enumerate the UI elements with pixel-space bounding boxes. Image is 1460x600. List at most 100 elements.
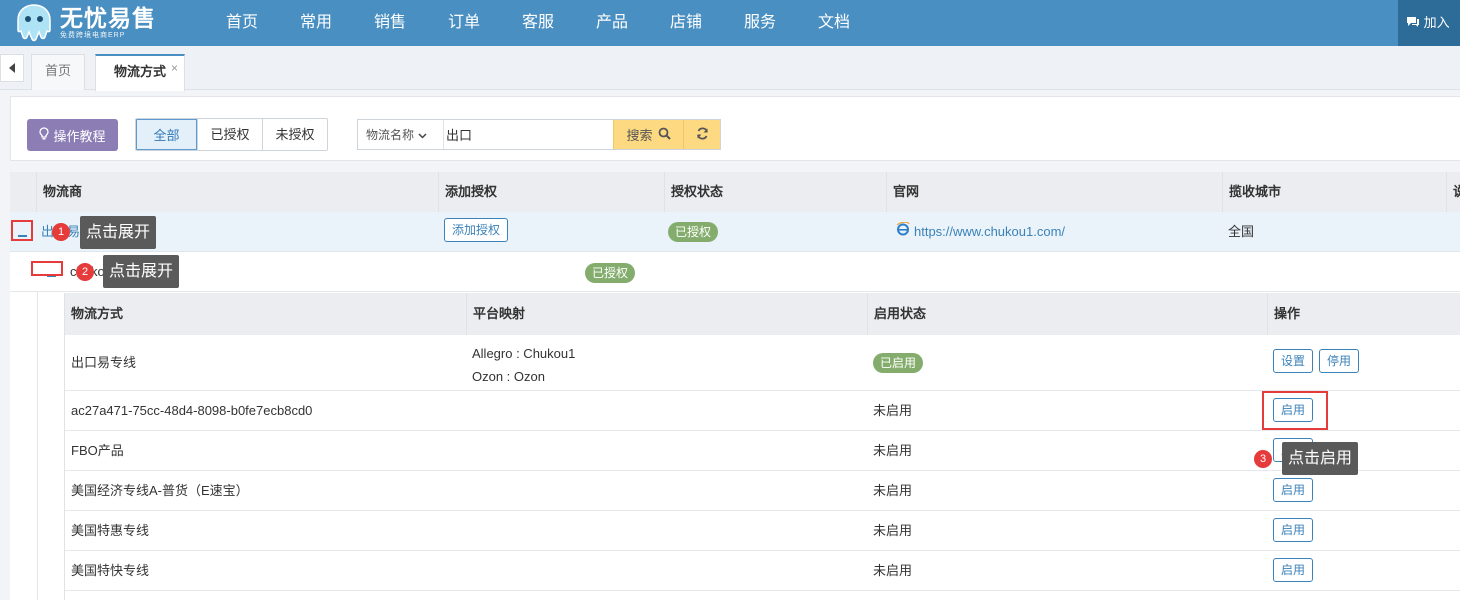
method-name: 出口易专线 <box>71 355 137 370</box>
table-row: 美国特惠专线 未启用 启用 <box>65 511 1460 551</box>
annotation-number-3: 3 <box>1254 450 1272 468</box>
website-link[interactable]: https://www.chukou1.com/ <box>890 212 1065 252</box>
annotation-tooltip-1: 点击展开 <box>80 216 157 249</box>
table-row: ac27a471-75cc-48d4-8098-b0fe7ecb8cd0 未启用… <box>65 391 1460 431</box>
tree-indent-line <box>37 292 38 600</box>
table-row-account: chukou1 已授权 <box>10 252 1460 292</box>
header-website: 官网 <box>886 172 1222 212</box>
enable-status: 未启用 <box>873 443 913 458</box>
annotation-tooltip-2: 点击展开 <box>103 255 180 288</box>
enable-status: 未启用 <box>873 403 913 418</box>
header-add-auth: 添加授权 <box>438 172 664 212</box>
table-header: 物流商 添加授权 授权状态 官网 揽收城市 说 <box>10 172 1460 212</box>
nav-item-service[interactable]: 客服 <box>501 0 575 46</box>
search-group: 物流名称 搜索 <box>357 119 721 150</box>
table-row: 出口易专线 Allegro : Chukou1 Ozon : Ozon 已启用 … <box>65 335 1460 391</box>
nav-item-stores[interactable]: 店铺 <box>649 0 723 46</box>
join-group-button[interactable]: 加入 <box>1398 0 1460 46</box>
nav-item-home[interactable]: 首页 <box>205 0 279 46</box>
shipping-methods-table: 物流方式 平台映射 启用状态 操作 出口易专线 Allegro : Chukou… <box>64 293 1460 600</box>
header-auth-status: 授权状态 <box>664 172 886 212</box>
header-actions: 操作 <box>1267 293 1460 335</box>
enable-status: 未启用 <box>873 483 913 498</box>
join-label: 加入 <box>1423 15 1450 30</box>
method-name: 美国特惠专线 <box>71 523 150 538</box>
tab-home[interactable]: 首页 <box>31 54 85 90</box>
lightbulb-icon <box>39 127 50 143</box>
logistics-table: 物流商 添加授权 授权状态 官网 揽收城市 说 出口易 添加授权 已授权 htt… <box>10 172 1460 600</box>
pickup-city: 全国 <box>1228 224 1255 239</box>
nav-item-docs[interactable]: 文档 <box>797 0 871 46</box>
platform-mapping: Allegro : Chukou1 Ozon : Ozon <box>466 342 575 388</box>
app-logo[interactable]: 无忧易售 免费跨境电商ERP <box>14 3 156 43</box>
search-field-select[interactable]: 物流名称 <box>358 120 443 149</box>
tab-label: 物流方式 <box>113 64 166 79</box>
table-row: 美国经济专线A-普货（E速宝） 未启用 启用 <box>65 471 1460 511</box>
method-name: 美国特快专线 <box>71 563 150 578</box>
tutorial-button[interactable]: 操作教程 <box>27 119 118 151</box>
close-icon[interactable]: × <box>171 52 178 84</box>
annotation-box-3 <box>1262 391 1328 430</box>
nav-item-products[interactable]: 产品 <box>575 0 649 46</box>
method-name: FBO产品 <box>71 443 124 458</box>
annotation-tooltip-3: 点击启用 <box>1282 442 1359 475</box>
refresh-button[interactable] <box>683 120 720 149</box>
octopus-logo-icon <box>14 4 54 42</box>
subtable-header: 物流方式 平台映射 启用状态 操作 <box>65 293 1460 335</box>
chat-bubble-icon <box>1406 15 1424 30</box>
enable-button[interactable]: 启用 <box>1273 518 1313 542</box>
mapping-allegro: Allegro : Chukou1 <box>472 346 576 361</box>
disable-button[interactable]: 停用 <box>1319 349 1359 373</box>
search-icon <box>658 127 671 143</box>
tab-scroll-left-button[interactable] <box>0 54 24 82</box>
table-row: 美国特快专线 未启用 启用 <box>65 551 1460 591</box>
nav-item-services[interactable]: 服务 <box>723 0 797 46</box>
method-name: ac27a471-75cc-48d4-8098-b0fe7ecb8cd0 <box>71 403 313 418</box>
ie-browser-icon <box>896 212 910 252</box>
tab-logistics[interactable]: 物流方式 × <box>95 54 185 91</box>
tab-label: 首页 <box>44 63 71 78</box>
main-nav: 首页 常用 销售 订单 客服 产品 店铺 服务 文档 <box>205 0 871 46</box>
table-row-provider: 出口易 添加授权 已授权 https://www.chukou1.com/ 全国 <box>10 212 1460 252</box>
table-row: FBO产品 未启用 启用 <box>65 431 1460 471</box>
enable-button[interactable]: 启用 <box>1273 558 1313 582</box>
method-name: 美国经济专线A-普货（E速宝） <box>71 483 249 498</box>
app-title: 无忧易售 <box>60 5 156 31</box>
search-input[interactable] <box>443 120 613 149</box>
enable-button[interactable]: 启用 <box>1273 478 1313 502</box>
header-enable-status: 启用状态 <box>867 293 1267 335</box>
settings-button[interactable]: 设置 <box>1273 349 1313 373</box>
tutorial-label: 操作教程 <box>53 128 106 144</box>
header-provider: 物流商 <box>36 172 438 212</box>
account-status-badge: 已授权 <box>585 263 635 283</box>
chevron-down-icon <box>418 128 427 142</box>
enabled-status-badge: 已启用 <box>873 353 923 373</box>
enable-status: 未启用 <box>873 523 913 538</box>
annotation-box-1 <box>11 220 33 241</box>
search-field-value: 物流名称 <box>366 128 415 142</box>
nav-item-common[interactable]: 常用 <box>279 0 353 46</box>
search-label: 搜索 <box>626 128 653 143</box>
filter-unauthorized-button[interactable]: 未授权 <box>262 119 327 150</box>
annotation-number-1: 1 <box>52 223 70 241</box>
provider-status-badge: 已授权 <box>668 222 718 242</box>
enable-status: 未启用 <box>873 563 913 578</box>
website-url: https://www.chukou1.com/ <box>914 224 1066 239</box>
mapping-ozon: Ozon : Ozon <box>472 369 545 384</box>
header-description: 说 <box>1446 172 1460 212</box>
app-subtitle: 免费跨境电商ERP <box>60 32 126 39</box>
nav-item-orders[interactable]: 订单 <box>427 0 501 46</box>
nav-item-sales[interactable]: 销售 <box>353 0 427 46</box>
tab-bar: 首页 物流方式 × <box>0 46 1460 91</box>
filter-authorized-button[interactable]: 已授权 <box>197 119 262 150</box>
add-auth-button[interactable]: 添加授权 <box>444 218 508 242</box>
header-pickup-city: 揽收城市 <box>1222 172 1446 212</box>
header-shipping-method: 物流方式 <box>71 306 124 321</box>
caret-left-icon <box>9 61 15 76</box>
header-platform-mapping: 平台映射 <box>466 293 867 335</box>
refresh-icon <box>696 126 709 143</box>
top-navbar: 无忧易售 免费跨境电商ERP 首页 常用 销售 订单 客服 产品 店铺 服务 文… <box>0 0 1460 46</box>
search-button[interactable]: 搜索 <box>613 120 683 149</box>
auth-filter-group: 全部 已授权 未授权 <box>135 118 328 151</box>
filter-all-button[interactable]: 全部 <box>136 119 197 150</box>
